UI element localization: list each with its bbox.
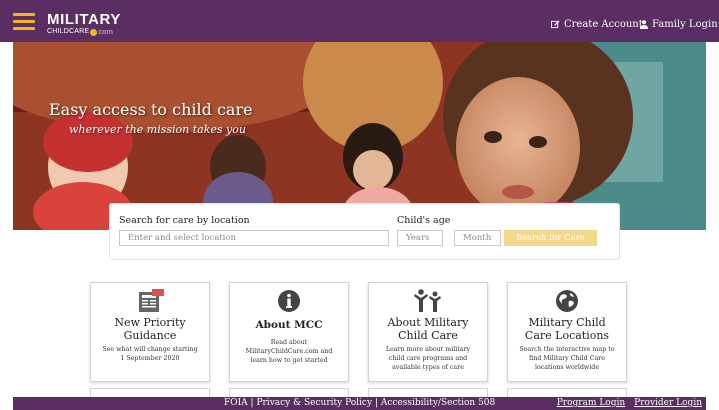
logo-childcare-text: CHILDCARE com (47, 27, 121, 37)
site-header: MILITARY CHILDCARE com Create Account Fam… (0, 0, 719, 42)
card-description: Search the interactive map to find Milit… (519, 346, 615, 371)
hamburger-menu-icon[interactable] (13, 13, 35, 30)
family-login-link[interactable]: Family Login (640, 19, 718, 30)
footer-separator: | (372, 398, 381, 408)
hero-subtitle: wherever the mission takes you (69, 123, 246, 136)
footer-login-links: Program Login Provider Login (548, 397, 702, 410)
card-new-priority-guidance[interactable]: New Priority Guidance See what will chan… (90, 282, 210, 382)
footer-links: FOIA | Privacy & Security Policy | Acces… (224, 397, 495, 410)
logo-com-word: com (98, 27, 114, 36)
card-title: New Priority Guidance (114, 316, 186, 342)
foia-link[interactable]: FOIA (224, 398, 248, 408)
child-age-label: Child's age (397, 215, 451, 226)
newspaper-new-icon (139, 289, 164, 312)
hero-photo (13, 42, 706, 230)
create-account-label: Create Account (564, 19, 643, 30)
card-about-mcc[interactable]: About MCC Read about MilitaryChildCare.c… (229, 282, 349, 382)
location-input[interactable] (119, 230, 389, 246)
years-input[interactable] (397, 230, 443, 246)
create-account-link[interactable]: Create Account (551, 19, 643, 30)
card-description: See what will change starting 1 Septembe… (102, 346, 198, 362)
card-description: Learn more about military child care pro… (385, 346, 471, 371)
info-circle-icon (278, 290, 300, 312)
card-title: Military Child Care Locations (524, 316, 610, 342)
card-title: About Military Child Care (387, 316, 469, 342)
user-icon (640, 20, 648, 29)
card-title: About MCC (255, 319, 323, 331)
months-input[interactable] (454, 230, 501, 246)
accessibility-link[interactable]: Accessibility/Section 508 (381, 398, 495, 408)
search-panel: Search for care by location Child's age … (109, 203, 620, 260)
globe-icon (556, 290, 578, 312)
logo-childcare-word: CHILDCARE (47, 28, 90, 35)
program-login-link[interactable]: Program Login (557, 398, 625, 408)
logo-military-text: MILITARY (47, 11, 121, 28)
card-about-military-child-care[interactable]: About Military Child Care Learn more abo… (368, 282, 488, 382)
family-login-label: Family Login (652, 19, 718, 30)
privacy-policy-link[interactable]: Privacy & Security Policy (256, 398, 372, 408)
card-military-child-care-locations[interactable]: Military Child Care Locations Search the… (507, 282, 627, 382)
site-logo[interactable]: MILITARY CHILDCARE com (47, 11, 121, 37)
logo-dot-icon (90, 28, 98, 36)
site-footer: FOIA | Privacy & Security Policy | Acces… (13, 397, 706, 410)
provider-login-link[interactable]: Provider Login (634, 398, 702, 408)
card-description: Read about MilitaryChildCare.com and lea… (245, 339, 333, 364)
edit-icon (551, 20, 560, 29)
location-label: Search for care by location (119, 215, 250, 226)
adult-child-icon (414, 289, 441, 312)
hero-title: Easy access to child care (49, 100, 253, 119)
hero-banner: Easy access to child care wherever the m… (13, 42, 706, 230)
search-for-care-button[interactable]: Search for Care (504, 230, 597, 246)
